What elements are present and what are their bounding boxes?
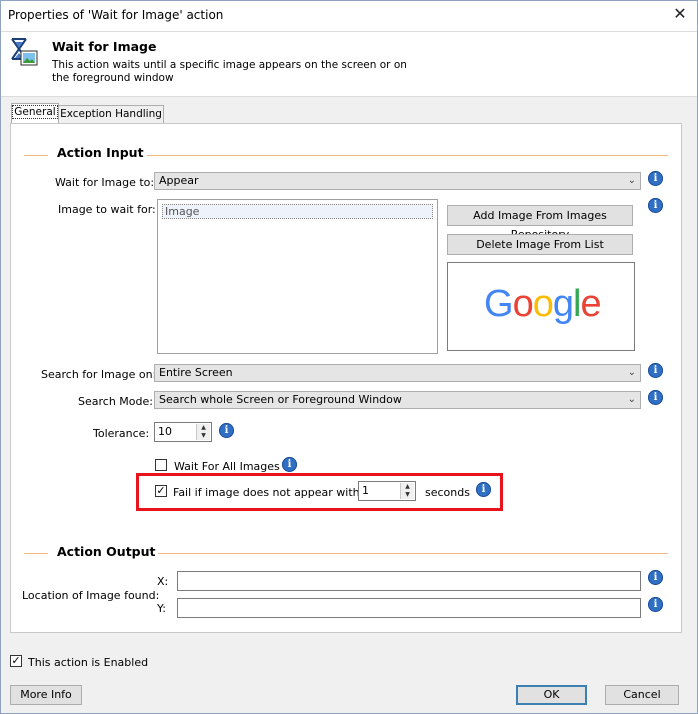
fail-timeout-spin-buttons[interactable]: ▲ ▼ [400,483,414,499]
spin-up-icon[interactable]: ▲ [401,483,414,491]
delete-image-button[interactable]: Delete Image From List [447,234,633,255]
tab-general-label: General [12,105,58,119]
y-label: Y: [157,602,166,615]
chevron-down-icon: ⌄ [627,175,636,186]
list-item[interactable]: Image [162,204,433,219]
window-title: Properties of 'Wait for Image' action [8,8,224,22]
google-logo-letter: o [532,283,554,325]
header-title: Wait for Image [52,39,157,54]
chevron-down-icon: ⌄ [627,394,636,405]
tolerance-label: Tolerance: [93,427,150,440]
spin-up-icon[interactable]: ▲ [197,424,210,432]
seconds-label: seconds [425,486,470,499]
wait-for-image-dropdown[interactable]: Appear ⌄ [154,172,641,190]
spin-down-icon[interactable]: ▼ [197,432,210,440]
header-description: This action waits until a specific image… [52,59,407,84]
ok-button[interactable]: OK [516,685,587,705]
add-image-button[interactable]: Add Image From Images Repository [447,205,633,241]
google-logo-letter: G [484,283,514,325]
info-icon[interactable]: i [648,198,663,213]
tab-general[interactable]: General [11,103,59,123]
chevron-down-icon: ⌄ [627,367,636,378]
section-divider-left [24,553,48,554]
tolerance-stepper[interactable]: 10 ▲ ▼ [154,422,212,442]
google-logo-letter: o [512,283,534,325]
action-input-title: Action Input [57,145,144,160]
tolerance-spin-buttons[interactable]: ▲ ▼ [196,424,210,440]
action-enabled-label: This action is Enabled [28,656,149,669]
search-for-image-dropdown[interactable]: Entire Screen ⌄ [154,364,641,382]
info-icon[interactable]: i [282,457,297,472]
x-label: X: [157,575,169,588]
info-icon[interactable]: i [648,363,663,378]
wait-for-image-value: Appear [159,174,199,187]
fail-timeout-stepper[interactable]: 1 ▲ ▼ [358,481,416,501]
info-icon[interactable]: i [219,423,234,438]
search-for-image-label: Search for Image on: [41,368,157,381]
tab-exception-handling-label: Exception Handling [60,108,162,120]
action-output-title: Action Output [57,544,156,559]
fail-timeout-value: 1 [362,484,369,497]
search-mode-value: Search whole Screen or Foreground Window [159,393,402,406]
google-logo-letters: Google [484,283,602,325]
spin-down-icon[interactable]: ▼ [401,491,414,499]
fail-if-not-appear-checkbox[interactable]: ✓ [155,485,167,497]
info-icon[interactable]: i [648,597,663,612]
info-icon[interactable]: i [476,482,491,497]
cancel-label: Cancel [623,688,661,701]
info-icon[interactable]: i [648,390,663,405]
search-mode-label: Search Mode: [78,395,153,408]
tab-exception-handling[interactable]: Exception Handling [58,105,164,123]
tolerance-value: 10 [158,425,172,438]
checkmark-icon: ✓ [156,484,166,497]
more-info-label: More Info [20,688,72,701]
google-logo-letter: g [552,283,574,325]
google-logo: Google [484,283,602,326]
wait-for-all-images-label: Wait For All Images [174,460,280,473]
wait-for-all-images-checkbox[interactable] [155,459,167,471]
checkmark-icon: ✓ [11,654,21,667]
info-icon[interactable]: i [648,171,663,186]
image-to-wait-for-label: Image to wait for: [58,203,156,216]
image-preview: Google [447,262,635,351]
y-output-field[interactable] [177,598,641,618]
x-output-field[interactable] [177,571,641,591]
info-icon[interactable]: i [648,570,663,585]
image-list[interactable]: Image [157,199,438,354]
hourglass-image-icon [9,37,39,69]
google-logo-letter: e [580,283,601,325]
close-button[interactable]: ✕ [666,3,694,27]
ok-label: OK [543,688,560,701]
section-divider-left [24,155,48,156]
wait-for-image-label: Wait for Image to: [55,176,155,189]
location-label: Location of Image found: [22,589,160,602]
section-divider-right [147,155,668,156]
search-mode-dropdown[interactable]: Search whole Screen or Foreground Window… [154,391,641,409]
cancel-button[interactable]: Cancel [605,685,679,705]
more-info-button[interactable]: More Info [10,685,82,705]
search-for-image-value: Entire Screen [159,366,233,379]
section-divider-right [158,553,668,554]
action-enabled-checkbox[interactable]: ✓ [10,655,22,667]
fail-if-not-appear-label: Fail if image does not appear within: [173,486,374,499]
